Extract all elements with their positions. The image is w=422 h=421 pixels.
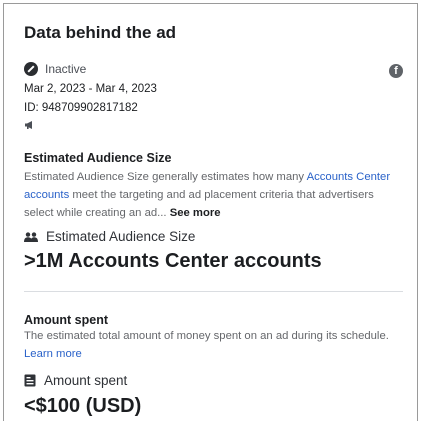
audience-description: Estimated Audience Size generally estima… bbox=[24, 168, 399, 222]
ad-data-panel: Data behind the ad Inactive f Mar 2, 202… bbox=[3, 3, 418, 421]
megaphone-icon bbox=[25, 121, 32, 129]
spend-description: The estimated total amount of money spen… bbox=[24, 330, 389, 342]
receipt-icon bbox=[24, 374, 36, 387]
status-row: Inactive bbox=[24, 62, 86, 76]
panel-title: Data behind the ad bbox=[24, 23, 177, 42]
inactive-status-icon bbox=[24, 62, 38, 76]
audience-heading: Estimated Audience Size bbox=[24, 151, 172, 165]
spend-label: Amount spent bbox=[44, 373, 128, 388]
ad-id: ID: 948709902817182 bbox=[24, 102, 138, 114]
audience-value: >1M Accounts Center accounts bbox=[24, 250, 322, 272]
people-icon bbox=[24, 231, 38, 242]
spend-label-row: Amount spent bbox=[24, 373, 127, 388]
learn-more-link-wrap: Learn more bbox=[24, 345, 399, 363]
status-text: Inactive bbox=[45, 62, 87, 76]
spend-heading: Amount spent bbox=[24, 313, 109, 327]
learn-more-link[interactable]: Learn more bbox=[24, 348, 82, 360]
section-divider bbox=[24, 291, 403, 292]
see-more-link[interactable]: See more bbox=[170, 207, 221, 219]
audience-label: Estimated Audience Size bbox=[46, 229, 196, 244]
audience-desc-pre: Estimated Audience Size generally estima… bbox=[24, 171, 307, 183]
audience-label-row: Estimated Audience Size bbox=[24, 229, 195, 244]
facebook-icon: f bbox=[389, 64, 403, 78]
spend-value: <$100 (USD) bbox=[24, 395, 142, 417]
date-range: Mar 2, 2023 - Mar 4, 2023 bbox=[24, 83, 157, 95]
